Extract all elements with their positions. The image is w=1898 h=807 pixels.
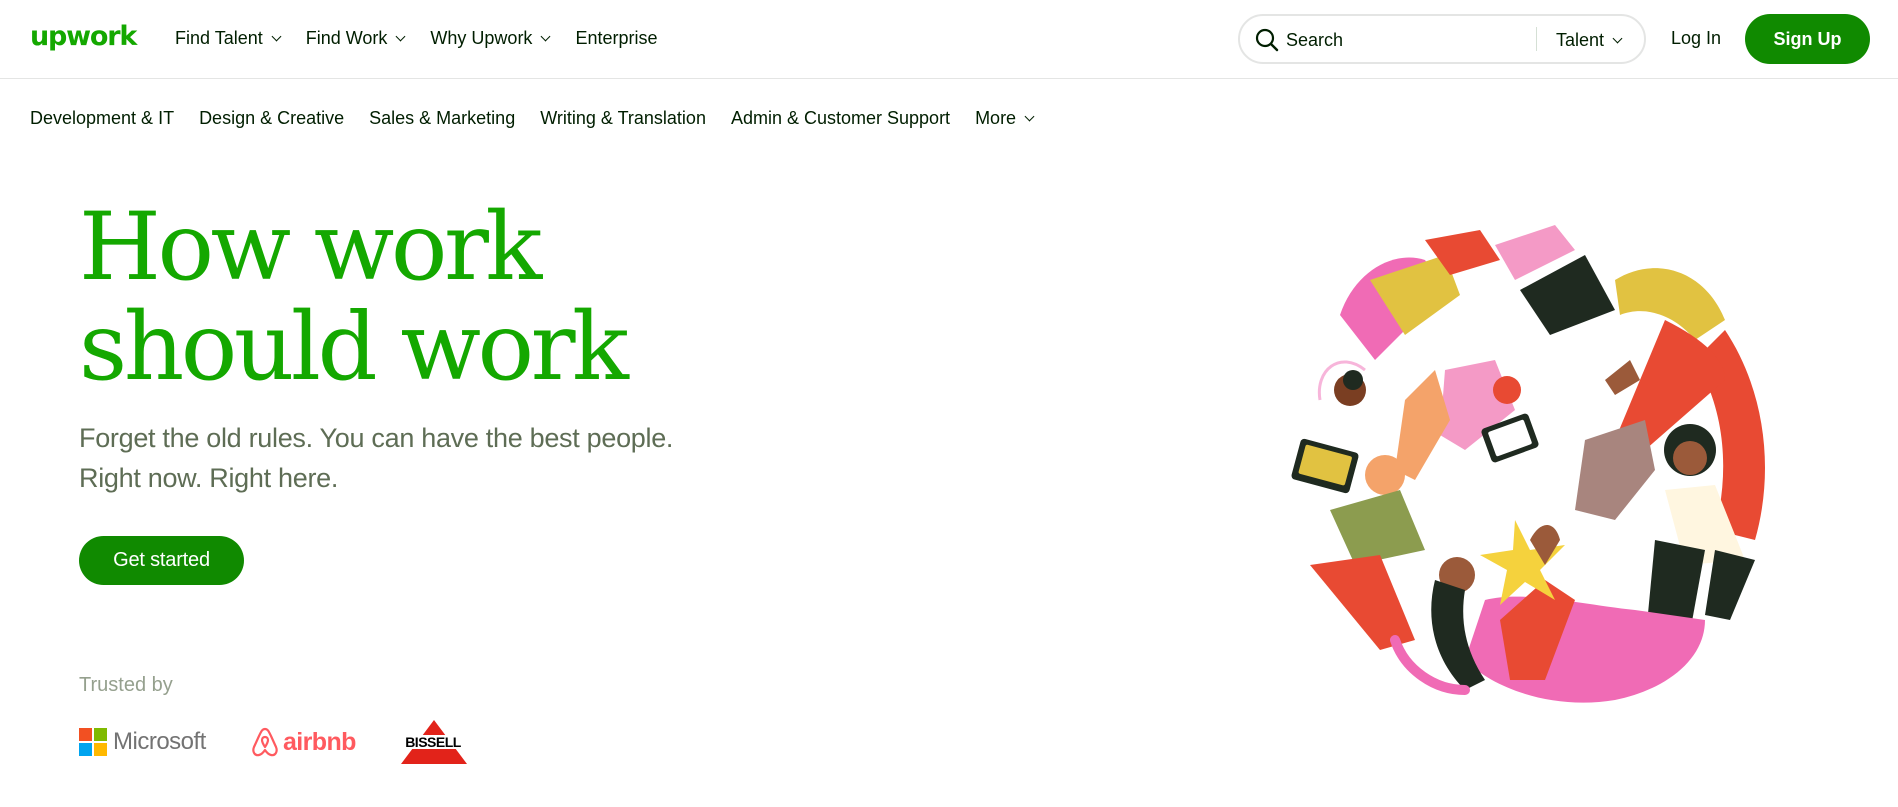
hero-headline: How work should work <box>79 193 629 402</box>
microsoft-wordmark: Microsoft <box>113 728 206 755</box>
bissell-logo-icon: BISSELL <box>397 720 469 764</box>
menu-label: Find Work <box>305 28 388 48</box>
trusted-brands: Microsoft airbnb BISSELL <box>79 718 499 766</box>
chevron-down-icon <box>1612 33 1623 43</box>
chevron-down-icon <box>1024 111 1035 121</box>
menu-label: Find Talent <box>175 28 263 48</box>
hero-subtext: Forget the old rules. You can have the b… <box>79 418 673 498</box>
search-icon <box>1255 28 1279 52</box>
menu-enterprise[interactable]: Enterprise <box>575 26 657 50</box>
airbnb-wordmark: airbnb <box>283 727 356 756</box>
search-input[interactable]: Search <box>1286 29 1343 51</box>
headline-line-1: How work <box>79 193 542 302</box>
menu-label: Enterprise <box>575 28 658 48</box>
menu-find-work[interactable]: Find Work <box>305 26 406 50</box>
chevron-down-icon <box>271 31 282 41</box>
chevron-down-icon <box>395 31 406 41</box>
category-more[interactable]: More <box>975 106 1035 130</box>
menu-why-upwork[interactable]: Why Upwork <box>430 26 551 50</box>
people-collaborating-illustration <box>1291 225 1773 704</box>
trusted-by-label: Trusted by <box>79 674 173 696</box>
menu-label: Why Upwork <box>430 28 533 48</box>
search-category-select[interactable]: Talent <box>1556 28 1623 52</box>
get-started-button[interactable]: Get started <box>79 536 244 585</box>
category-more-label: More <box>975 108 1017 128</box>
menu-find-talent[interactable]: Find Talent <box>175 26 282 50</box>
logo-text: upwork <box>30 21 137 52</box>
category-sales-marketing[interactable]: Sales & Marketing <box>369 106 515 130</box>
search-bar[interactable]: Search Talent <box>1238 14 1646 64</box>
search-category-label: Talent <box>1556 30 1605 50</box>
category-design-creative[interactable]: Design & Creative <box>199 106 344 130</box>
subtext-line-1: Forget the old rules. You can have the b… <box>79 423 674 453</box>
headline-line-2: should work <box>79 293 629 402</box>
microsoft-logo-icon: Microsoft <box>79 728 206 756</box>
subtext-line-2: Right now. Right here. <box>79 463 339 493</box>
category-writing-translation[interactable]: Writing & Translation <box>540 106 706 130</box>
category-bar: Development & IT Design & Creative Sales… <box>30 106 1035 130</box>
upwork-logo[interactable]: upwork <box>30 22 137 52</box>
search-divider <box>1536 27 1537 51</box>
login-link[interactable]: Log In <box>1671 26 1721 50</box>
signup-button[interactable]: Sign Up <box>1745 14 1870 64</box>
top-navigation: upwork Find Talent Find Work Why Upwork … <box>0 0 1898 79</box>
airbnb-logo-icon: airbnb <box>250 726 356 758</box>
chevron-down-icon <box>540 31 551 41</box>
main-menu: Find Talent Find Work Why Upwork Enterpr… <box>175 26 657 50</box>
category-development-it[interactable]: Development & IT <box>30 106 174 130</box>
category-admin-support[interactable]: Admin & Customer Support <box>731 106 950 130</box>
bissell-wordmark: BISSELL <box>405 734 462 750</box>
